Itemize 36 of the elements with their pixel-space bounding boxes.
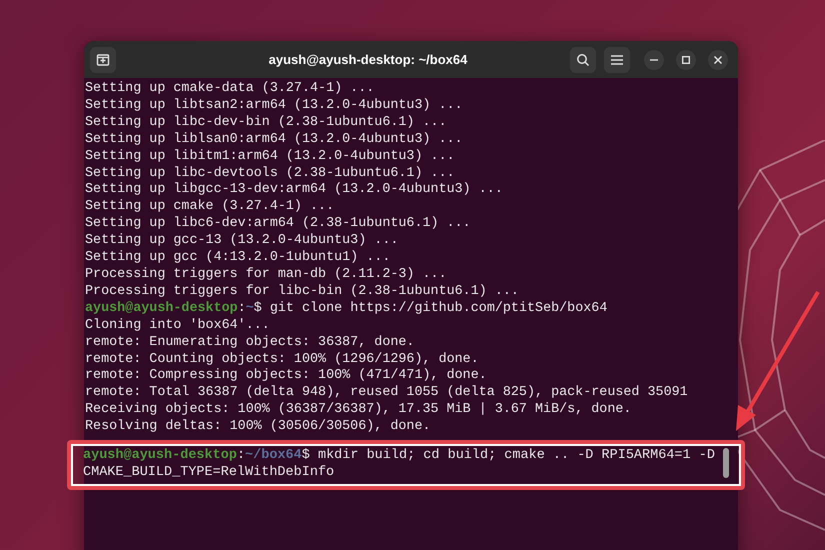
output-line: Setting up libc-dev-bin (2.38-1ubuntu6.1) ... xyxy=(85,114,448,132)
output-line: Setting up cmake (3.27.4-1) ... xyxy=(85,199,336,216)
output-line: Setting up libitm1:arm64 (13.2.0-4ubuntu3) ... xyxy=(85,148,456,166)
output-line: Setting up cmake-data (3.27.4-1) ... xyxy=(85,81,376,98)
new-tab-button[interactable] xyxy=(90,46,116,72)
output-line: remote: Total 36387 (delta 948), reused 1055 (delta 825), pack-reused 35091 xyxy=(85,385,689,402)
maximize-icon xyxy=(682,56,690,64)
output-line: Cloning into 'box64'... xyxy=(85,318,271,335)
output-line: Setting up gcc (4:13.2.0-1ubuntu1) ... xyxy=(85,250,392,267)
minimize-button[interactable] xyxy=(644,50,664,70)
output-line: Resolving deltas: 100% (30506/30506), done. xyxy=(85,419,432,436)
output-line: remote: Compressing objects: 100% (471/471), done. xyxy=(85,368,488,385)
search-icon xyxy=(576,52,590,66)
output-line: Receiving objects: 100% (36387/36387), 17.35 MiB | 3.67 MiB/s, done. xyxy=(85,402,632,419)
prompt-line: ayush@ayush-desktop:~/box64$ mkdir build; cd build; cmake .. -D RPI5ARM64=1 -D CMAKE_BUILD_TYPE=RelWithDebInfo xyxy=(83,448,716,482)
output-line: Processing triggers for man-db (2.11.2-3) ... xyxy=(85,266,448,284)
maximize-button[interactable] xyxy=(676,50,696,70)
output-line: Setting up liblsan0:arm64 (13.2.0-4ubuntu3) ... xyxy=(85,132,464,149)
output-line: Processing triggers for libc-bin (2.38-1ubuntu6.1) ... xyxy=(85,284,520,301)
output-line: Setting up libgcc-13-dev:arm64 (13.2.0-4ubuntu3) ... xyxy=(85,182,504,199)
output-line: remote: Enumerating objects: 36387, done. xyxy=(85,334,416,352)
window-title: ayush@ayush-desktop: ~/box64 xyxy=(268,50,468,69)
new-tab-icon xyxy=(96,52,110,66)
output-line: Setting up libc6-dev:arm64 (2.38-1ubuntu6.1) ... xyxy=(85,216,472,233)
output-line: Setting up libtsan2:arm64 (13.2.0-4ubuntu3) ... xyxy=(85,98,464,115)
scrollbar-thumb[interactable] xyxy=(723,448,729,478)
close-icon xyxy=(714,56,722,64)
prompt-line: ayush@ayush-desktop:~$ git clone https://github.com/ptitSeb/box64 xyxy=(85,300,608,318)
menu-button[interactable] xyxy=(604,46,630,72)
menu-icon xyxy=(611,54,623,64)
output-line: remote: Counting objects: 100% (1296/1296), done. xyxy=(85,352,480,368)
search-button[interactable] xyxy=(570,46,596,72)
output-line: Setting up gcc-13 (13.2.0-4ubuntu3) ... xyxy=(85,233,400,250)
minimize-icon xyxy=(650,58,658,60)
output-line: Setting up libc-devtools (2.38-1ubuntu6.1) ... xyxy=(85,166,456,182)
close-button[interactable] xyxy=(708,50,728,70)
